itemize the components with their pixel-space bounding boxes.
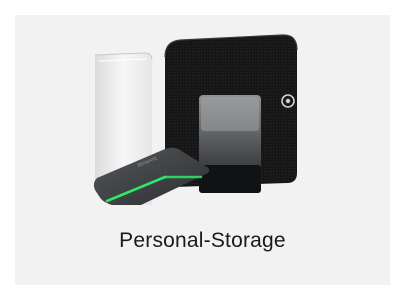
- storage-products-image: SEAGATE: [93, 34, 298, 205]
- card-label[interactable]: Personal-Storage: [15, 229, 390, 253]
- silver-drive-shape: [199, 95, 261, 193]
- category-card-personal-storage[interactable]: SEAGATE Personal-Storage: [15, 15, 390, 285]
